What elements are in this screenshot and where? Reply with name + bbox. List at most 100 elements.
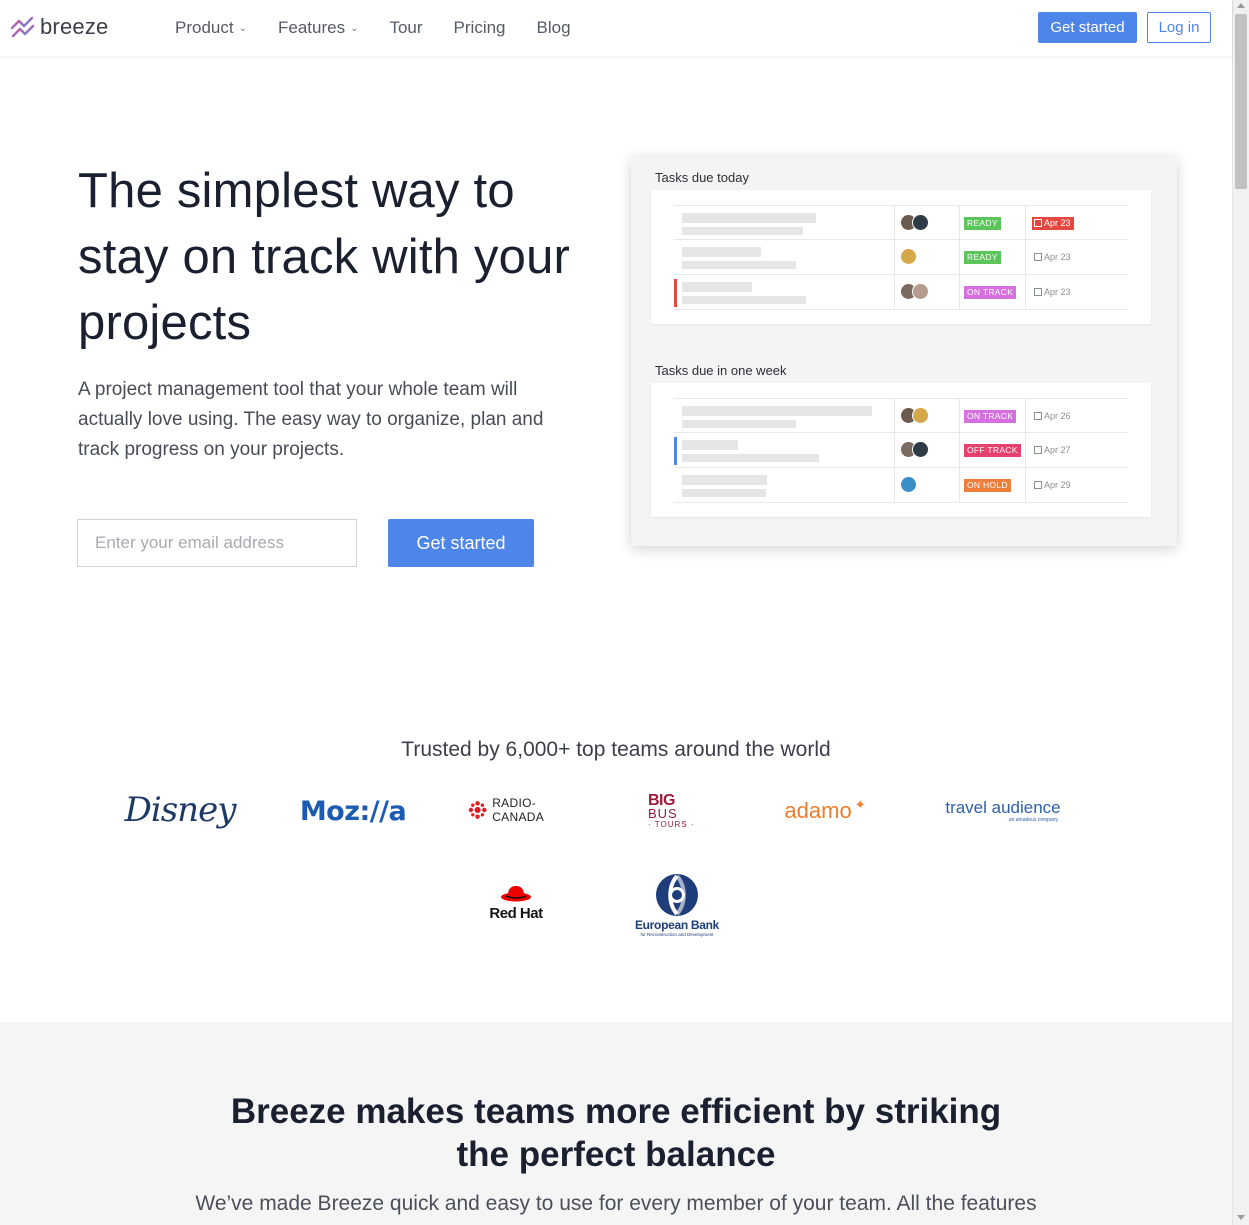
assignee-avatars xyxy=(900,476,917,493)
due-date-text: Apr 27 xyxy=(1044,445,1071,455)
scroll-down-icon[interactable] xyxy=(1237,1215,1245,1220)
column-divider xyxy=(959,240,960,274)
assignee-avatars xyxy=(900,407,929,424)
red-hat-icon xyxy=(501,885,531,901)
main-nav: Product ⌄ Features ⌄ Tour Pricing Blog xyxy=(175,18,602,38)
nav-label: Tour xyxy=(389,18,423,37)
column-divider xyxy=(894,468,895,502)
assignee-avatars xyxy=(900,283,929,300)
nav-item-features[interactable]: Features ⌄ xyxy=(278,18,358,38)
header-get-started-button[interactable]: Get started xyxy=(1038,12,1137,43)
ebrd-text: European Bank xyxy=(634,917,720,932)
task-row[interactable]: ON TRACK Apr 23 xyxy=(674,275,1128,310)
avatar xyxy=(912,214,929,231)
task-project-placeholder xyxy=(682,420,796,428)
task-card-today: READY Apr 23 READY Apr 23 ON TRACK Apr 23 xyxy=(651,190,1151,324)
assignee-avatars xyxy=(900,441,929,458)
column-divider xyxy=(1025,275,1026,309)
column-divider xyxy=(894,240,895,274)
nav-label: Pricing xyxy=(453,18,506,37)
login-button[interactable]: Log in xyxy=(1147,12,1211,43)
status-badge: ON TRACK xyxy=(964,286,1017,299)
breeze-logo-icon xyxy=(10,16,35,38)
task-project-placeholder xyxy=(682,296,806,304)
task-project-placeholder xyxy=(682,454,819,462)
task-row[interactable]: ON HOLD Apr 29 xyxy=(674,468,1128,503)
radio-canada-icon xyxy=(468,801,487,819)
due-date-text: Apr 29 xyxy=(1044,480,1071,490)
radio-canada-logo-text: RADIO-CANADA xyxy=(492,796,545,824)
efficiency-section: Breeze makes teams more efficient by str… xyxy=(0,1022,1232,1225)
task-card-week: ON TRACK Apr 26 OFF TRACK Apr 27 ON HOLD Apr … xyxy=(651,383,1151,517)
hero-title: The simplest way to stay on track with y… xyxy=(78,164,571,350)
column-divider xyxy=(894,275,895,309)
task-row[interactable]: READY Apr 23 xyxy=(674,205,1128,240)
column-divider xyxy=(959,468,960,502)
big-bus-tours-logo: BIG BUS · TOURS · xyxy=(648,790,710,832)
nav-item-blog[interactable]: Blog xyxy=(537,18,571,38)
task-row[interactable]: READY Apr 23 xyxy=(674,240,1128,275)
calendar-icon xyxy=(1034,481,1042,489)
disney-logo: Disney xyxy=(118,784,242,836)
scroll-up-icon[interactable] xyxy=(1237,3,1245,8)
disney-logo-text: Disney xyxy=(124,790,237,830)
nav-item-tour[interactable]: Tour xyxy=(389,18,422,38)
nav-label: Blog xyxy=(536,18,571,37)
trusted-heading: Trusted by 6,000+ top teams around the w… xyxy=(401,738,831,761)
task-priority-marker xyxy=(674,279,677,307)
hero-subtitle: A project management tool that your whol… xyxy=(78,379,544,460)
due-date-text: Apr 23 xyxy=(1044,252,1071,262)
top-navigation: breeze Product ⌄ Features ⌄ Tour Pricing… xyxy=(0,0,1232,56)
column-divider xyxy=(959,275,960,309)
calendar-icon xyxy=(1034,219,1042,227)
column-divider xyxy=(959,206,960,240)
section-title-today: Tasks due today xyxy=(655,170,749,185)
due-date: Apr 23 xyxy=(1032,217,1074,230)
task-row[interactable]: ON TRACK Apr 26 xyxy=(674,398,1128,433)
hero-get-started-button[interactable]: Get started xyxy=(388,519,534,567)
calendar-icon xyxy=(1034,446,1042,454)
mozilla-logo-text: Moz://a xyxy=(299,795,407,827)
chevron-down-icon: ⌄ xyxy=(238,22,247,34)
scrollbar-thumb[interactable] xyxy=(1235,14,1247,189)
status-badge: READY xyxy=(964,217,1001,230)
task-project-placeholder xyxy=(682,261,796,269)
task-row[interactable]: OFF TRACK Apr 27 xyxy=(674,433,1128,468)
due-date-text: Apr 26 xyxy=(1044,411,1071,421)
calendar-icon xyxy=(1034,412,1042,420)
column-divider xyxy=(894,433,895,467)
due-date: Apr 23 xyxy=(1032,251,1074,264)
radio-canada-logo: RADIO-CANADA xyxy=(468,796,584,824)
column-divider xyxy=(959,399,960,433)
brand-logo[interactable]: breeze xyxy=(10,14,108,40)
assignee-avatars xyxy=(900,248,917,265)
calendar-icon xyxy=(1034,253,1042,261)
red-hat-logo: Red Hat xyxy=(478,878,554,928)
column-divider xyxy=(1025,240,1026,274)
status-badge: READY xyxy=(964,251,1001,264)
nav-item-pricing[interactable]: Pricing xyxy=(454,18,506,38)
status-badge: ON HOLD xyxy=(964,479,1011,492)
column-divider xyxy=(959,433,960,467)
adamo-sparkle-icon: ✦ xyxy=(854,797,866,812)
status-badge: OFF TRACK xyxy=(964,444,1021,457)
task-name-placeholder xyxy=(682,475,767,485)
page-scrollbar[interactable] xyxy=(1232,0,1249,1225)
column-divider xyxy=(894,399,895,433)
bigbus-line2: BUS xyxy=(648,805,678,821)
ebrd-logo: European Bank for Reconstruction and Dev… xyxy=(626,868,728,940)
column-divider xyxy=(1025,433,1026,467)
travel-audience-tag: an amadeus company xyxy=(1008,817,1058,823)
ebrd-emblem-icon xyxy=(656,873,698,916)
task-name-placeholder xyxy=(682,440,738,450)
email-input[interactable] xyxy=(77,519,357,567)
nav-label: Product xyxy=(175,18,234,37)
nav-label: Features xyxy=(277,18,346,37)
due-date: Apr 26 xyxy=(1032,410,1074,423)
due-date: Apr 29 xyxy=(1032,479,1074,492)
ebrd-subtext: for Reconstruction and Development xyxy=(640,931,714,937)
avatar xyxy=(900,476,917,493)
nav-item-product[interactable]: Product ⌄ xyxy=(175,18,247,38)
adamo-logo: adamo ✦ xyxy=(772,796,878,826)
task-name-placeholder xyxy=(682,213,816,223)
